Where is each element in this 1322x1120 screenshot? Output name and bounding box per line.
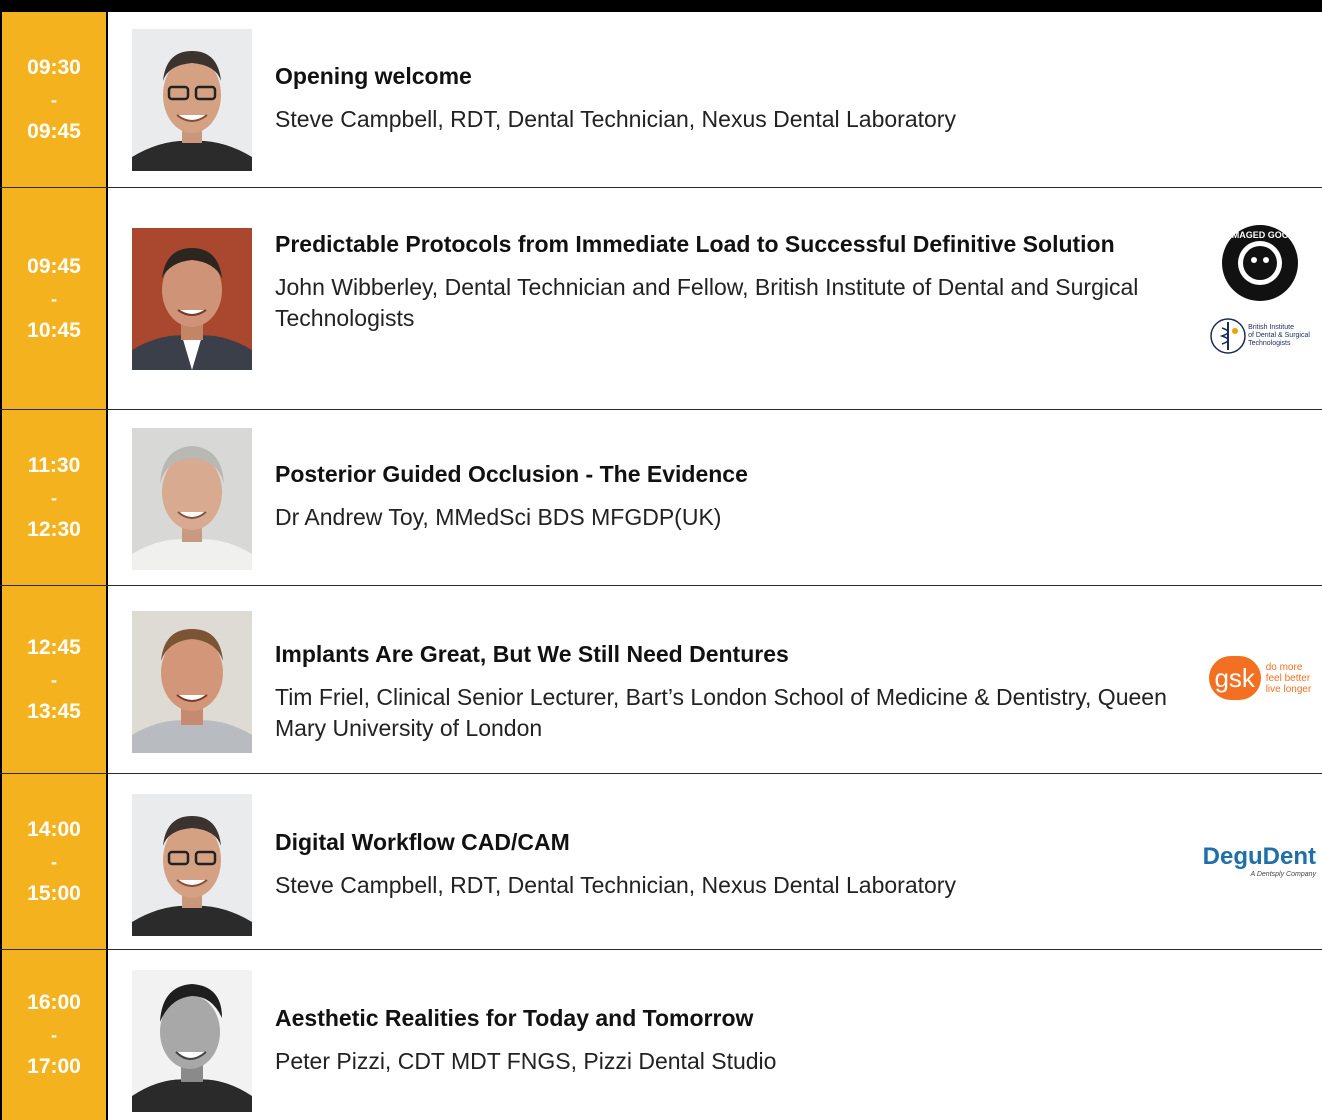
degudent-tagline: A Dentsply Company	[1250, 871, 1317, 878]
session-title: Predictable Protocols from Immediate Loa…	[275, 231, 1115, 257]
time-separator: -	[51, 851, 57, 872]
degudent-logo: DeguDent A Dentsply Company	[1203, 844, 1316, 879]
time-slot: 16:00 - 17:00	[0, 950, 108, 1120]
sponsor-logos: DeguDent A Dentsply Company	[1203, 844, 1316, 879]
session-title: Posterior Guided Occlusion - The Evidenc…	[275, 461, 748, 487]
session-row: 11:30 - 12:30 Posterior Guided Occlusion…	[0, 410, 1322, 586]
speaker-name: John Wibberley, Dental Technician and Fe…	[275, 274, 1139, 331]
speaker-photo	[132, 228, 252, 370]
bidst-line3: Technologists	[1248, 340, 1291, 347]
speaker-name: Steve Campbell, RDT, Dental Technician, …	[275, 872, 956, 898]
session-row: 14:00 - 15:00 Digital Workflow CAD/CAM S…	[0, 774, 1322, 950]
time-slot: 09:30 - 09:45	[0, 12, 108, 187]
start-time: 16:00	[27, 991, 81, 1014]
gsk-line2: feel better	[1265, 672, 1311, 684]
gsk-mark: gsk	[1208, 656, 1261, 700]
damaged-goods-text: DAMAGED GOODS	[1221, 230, 1299, 240]
start-time: 12:45	[27, 635, 81, 659]
time-slot: 11:30 - 12:30	[0, 410, 108, 585]
session-row: 09:45 - 10:45 Predictable Protocols from…	[0, 188, 1322, 410]
speaker-photo	[132, 970, 252, 1112]
start-time: 11:30	[27, 453, 81, 477]
bidst-logo: British Institute of Dental & Surgical T…	[1210, 316, 1310, 356]
sponsor-logos: DAMAGED GOODS British Institute of Denta…	[1204, 224, 1316, 356]
bidst-line2: of Dental & Surgical	[1248, 332, 1310, 339]
session-row: 09:30 - 09:45 Opening welcome Steve Camp…	[0, 12, 1322, 188]
end-time: 17:00	[27, 1055, 81, 1078]
time-separator: -	[51, 89, 57, 110]
speaker-photo	[132, 611, 252, 753]
time-slot: 09:45 - 10:45	[0, 188, 108, 409]
speaker-name: Steve Campbell, RDT, Dental Technician, …	[275, 106, 956, 132]
time-separator: -	[51, 487, 57, 508]
time-separator: -	[51, 1025, 57, 1045]
start-time: 14:00	[27, 817, 81, 841]
end-time: 10:45	[27, 318, 81, 342]
speaker-name: Tim Friel, Clinical Senior Lecturer, Bar…	[275, 684, 1167, 741]
start-time: 09:45	[27, 254, 81, 278]
session-title: Implants Are Great, But We Still Need De…	[275, 641, 789, 667]
damaged-goods-logo: DAMAGED GOODS	[1221, 225, 1299, 301]
time-slot: 12:45 - 13:45	[0, 586, 108, 773]
session-title: Aesthetic Realities for Today and Tomorr…	[275, 1005, 754, 1031]
session-info: Predictable Protocols from Immediate Loa…	[275, 228, 1185, 334]
end-time: 15:00	[27, 881, 81, 905]
speaker-name: Dr Andrew Toy, MMedSci BDS MFGDP(UK)	[275, 504, 722, 530]
start-time: 09:30	[27, 55, 81, 79]
session-info: Aesthetic Realities for Today and Tomorr…	[275, 1002, 1185, 1077]
session-title: Digital Workflow CAD/CAM	[275, 829, 570, 855]
end-time: 12:30	[27, 517, 81, 541]
bidst-line1: British Institute	[1248, 324, 1294, 331]
session-title: Opening welcome	[275, 63, 472, 89]
gsk-logo: gsk do more feel better live longer	[1208, 656, 1312, 700]
end-time: 13:45	[27, 699, 81, 723]
time-separator: -	[51, 669, 57, 690]
header-bar	[0, 0, 1322, 12]
sponsor-logos: gsk do more feel better live longer	[1204, 656, 1316, 700]
time-separator: -	[51, 288, 57, 309]
session-info: Posterior Guided Occlusion - The Evidenc…	[275, 458, 1185, 533]
session-info: Digital Workflow CAD/CAM Steve Campbell,…	[275, 826, 1185, 901]
end-time: 09:45	[27, 119, 81, 143]
session-info: Implants Are Great, But We Still Need De…	[275, 638, 1185, 744]
session-row: 16:00 - 17:00 Aesthetic Realities for To…	[0, 950, 1322, 1120]
speaker-photo	[132, 794, 252, 936]
time-slot: 14:00 - 15:00	[0, 774, 108, 949]
gsk-line1: do more	[1265, 661, 1303, 673]
speaker-name: Peter Pizzi, CDT MDT FNGS, Pizzi Dental …	[275, 1048, 777, 1074]
degudent-wordmark: DeguDent	[1202, 843, 1316, 870]
speaker-photo	[132, 29, 252, 171]
session-row: 12:45 - 13:45 Implants Are Great, But We…	[0, 586, 1322, 774]
gsk-line3: live longer	[1265, 683, 1312, 695]
speaker-photo	[132, 428, 252, 570]
session-info: Opening welcome Steve Campbell, RDT, Den…	[275, 60, 1185, 135]
